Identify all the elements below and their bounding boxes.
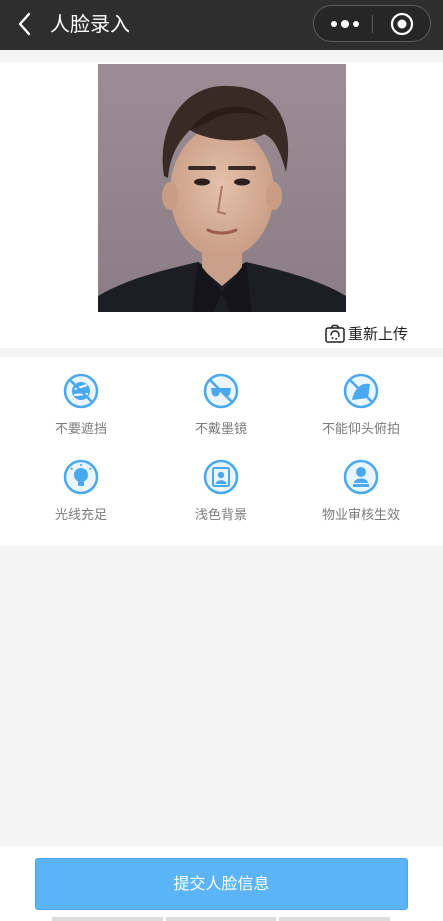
target-circle-icon[interactable] (390, 12, 414, 36)
tip-label: 物业审核生效 (321, 508, 400, 523)
photo-card: 重新上传 (0, 62, 443, 348)
tip-no-tilt: 不能仰头俯拍 (301, 372, 421, 439)
portrait-frame-icon (203, 459, 239, 495)
face-photo (98, 64, 346, 312)
mini-program-capsule (313, 5, 431, 42)
tip-no-cover: 不要遮挡 (21, 372, 141, 439)
camera-rotate-icon (325, 324, 345, 343)
tip-property-review: 物业审核生效 (301, 458, 421, 525)
tips-card: 不要遮挡 不戴墨镜 不能仰头俯拍 光线充足 浅色背景 物业审核生效 (0, 357, 443, 546)
reupload-button[interactable]: 重新上传 (324, 323, 408, 345)
tip-no-sunglasses: 不戴墨镜 (161, 372, 281, 439)
user-stamp-icon (343, 459, 379, 495)
submit-face-button[interactable]: 提交人脸信息 (35, 858, 408, 910)
no-cover-icon (63, 373, 99, 409)
tip-light-background: 浅色背景 (161, 458, 281, 525)
tip-label: 不要遮挡 (54, 422, 107, 437)
nav-bar: 人脸录入 (0, 0, 443, 50)
no-tilt-icon (343, 373, 379, 409)
capsule-divider (372, 15, 373, 33)
tip-label: 光线充足 (54, 508, 107, 523)
tip-label: 不能仰头俯拍 (321, 422, 400, 437)
tip-lighting: 光线充足 (21, 458, 141, 525)
bottom-bar: 提交人脸信息 (0, 846, 443, 921)
reupload-label: 重新上传 (348, 325, 409, 343)
chevron-left-icon[interactable] (12, 10, 40, 38)
more-dots-icon[interactable] (328, 14, 362, 34)
lightbulb-icon (63, 459, 99, 495)
home-indicator (52, 917, 391, 921)
no-sunglasses-icon (203, 373, 239, 409)
tip-label: 不戴墨镜 (194, 422, 247, 437)
tip-label: 浅色背景 (194, 508, 247, 523)
page-title: 人脸录入 (50, 12, 130, 36)
